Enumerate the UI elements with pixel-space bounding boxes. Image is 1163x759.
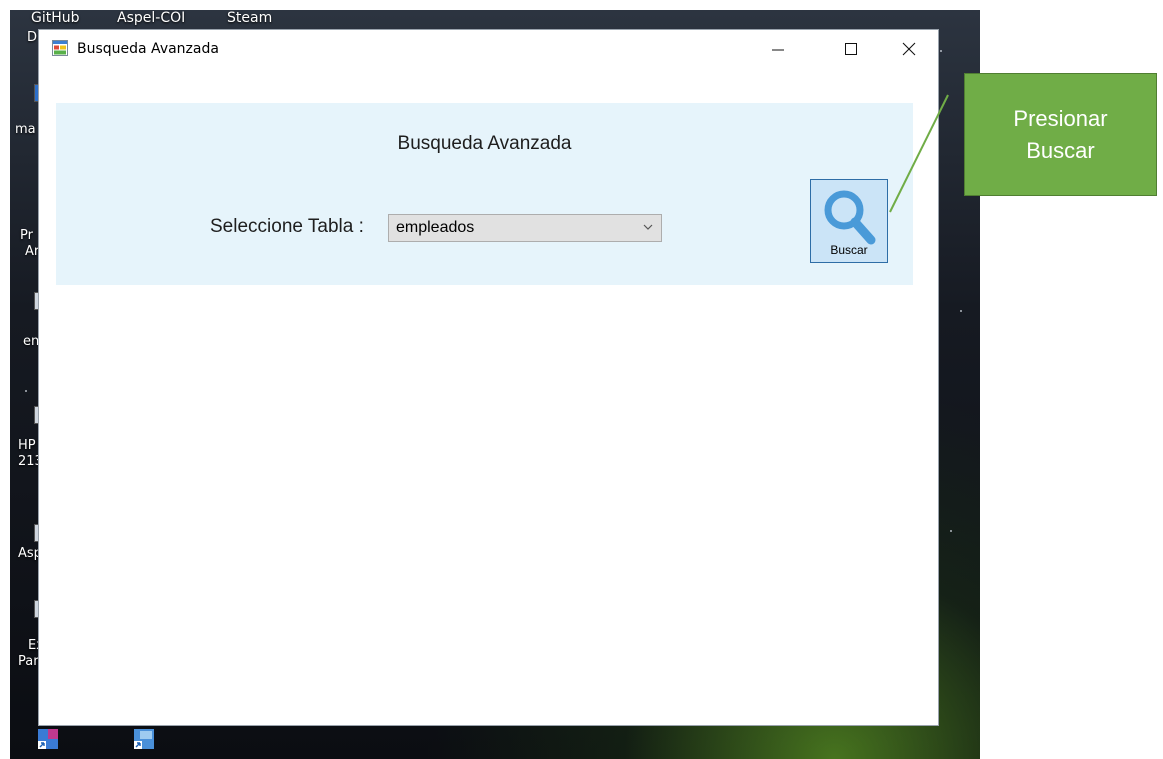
maximize-icon: [845, 43, 857, 55]
form-icon: [52, 40, 68, 56]
panel-heading: Busqueda Avanzada: [397, 133, 572, 154]
table-select-label: Seleccione Tabla :: [210, 216, 364, 237]
callout-text-line-1: Presionar: [1013, 105, 1108, 131]
close-button[interactable]: [886, 30, 932, 68]
desktop-shortcut-aspel-coi[interactable]: Aspel-COI: [117, 10, 185, 26]
desktop-shortcut-steam[interactable]: Steam: [227, 10, 272, 26]
desktop-label-fragment[interactable]: D: [27, 30, 37, 46]
star-decoration: [960, 310, 962, 312]
desktop-shortcut-icon[interactable]: [34, 727, 62, 753]
search-button-label: Buscar: [830, 243, 868, 257]
desktop-label-fragment[interactable]: ma: [15, 122, 36, 138]
star-decoration: [25, 390, 27, 392]
search-icon: [824, 190, 876, 245]
table-select-value: empleados: [396, 219, 475, 236]
desktop-label-fragment[interactable]: HP: [18, 438, 36, 454]
instruction-callout: Presionar Buscar: [964, 73, 1157, 196]
desktop-label-fragment[interactable]: en: [23, 334, 39, 350]
minimize-icon: [772, 49, 784, 51]
callout-text-line-2: Buscar: [1026, 137, 1095, 163]
desktop-label-fragment[interactable]: Pr: [20, 228, 33, 244]
window-title: Busqueda Avanzada: [77, 41, 219, 57]
desktop-shortcut-icon[interactable]: [130, 727, 158, 753]
window-titlebar[interactable]: Busqueda Avanzada: [39, 30, 938, 70]
chevron-down-icon: [643, 224, 653, 230]
maximize-button[interactable]: [828, 30, 874, 68]
desktop-label-fragment[interactable]: Par: [18, 654, 39, 670]
star-decoration: [940, 50, 942, 52]
search-window: Busqueda Avanzada Busqueda Avanzada Sele…: [39, 30, 938, 725]
table-select[interactable]: empleados: [388, 214, 662, 242]
desktop-label-fragment[interactable]: Ar: [25, 244, 39, 260]
minimize-button[interactable]: [755, 30, 801, 68]
search-panel: Busqueda Avanzada Seleccione Tabla : emp…: [56, 103, 913, 285]
star-decoration: [950, 530, 952, 532]
close-icon: [902, 42, 916, 56]
desktop-shortcut-github[interactable]: GitHub: [31, 10, 80, 26]
search-button[interactable]: Buscar: [810, 179, 888, 263]
